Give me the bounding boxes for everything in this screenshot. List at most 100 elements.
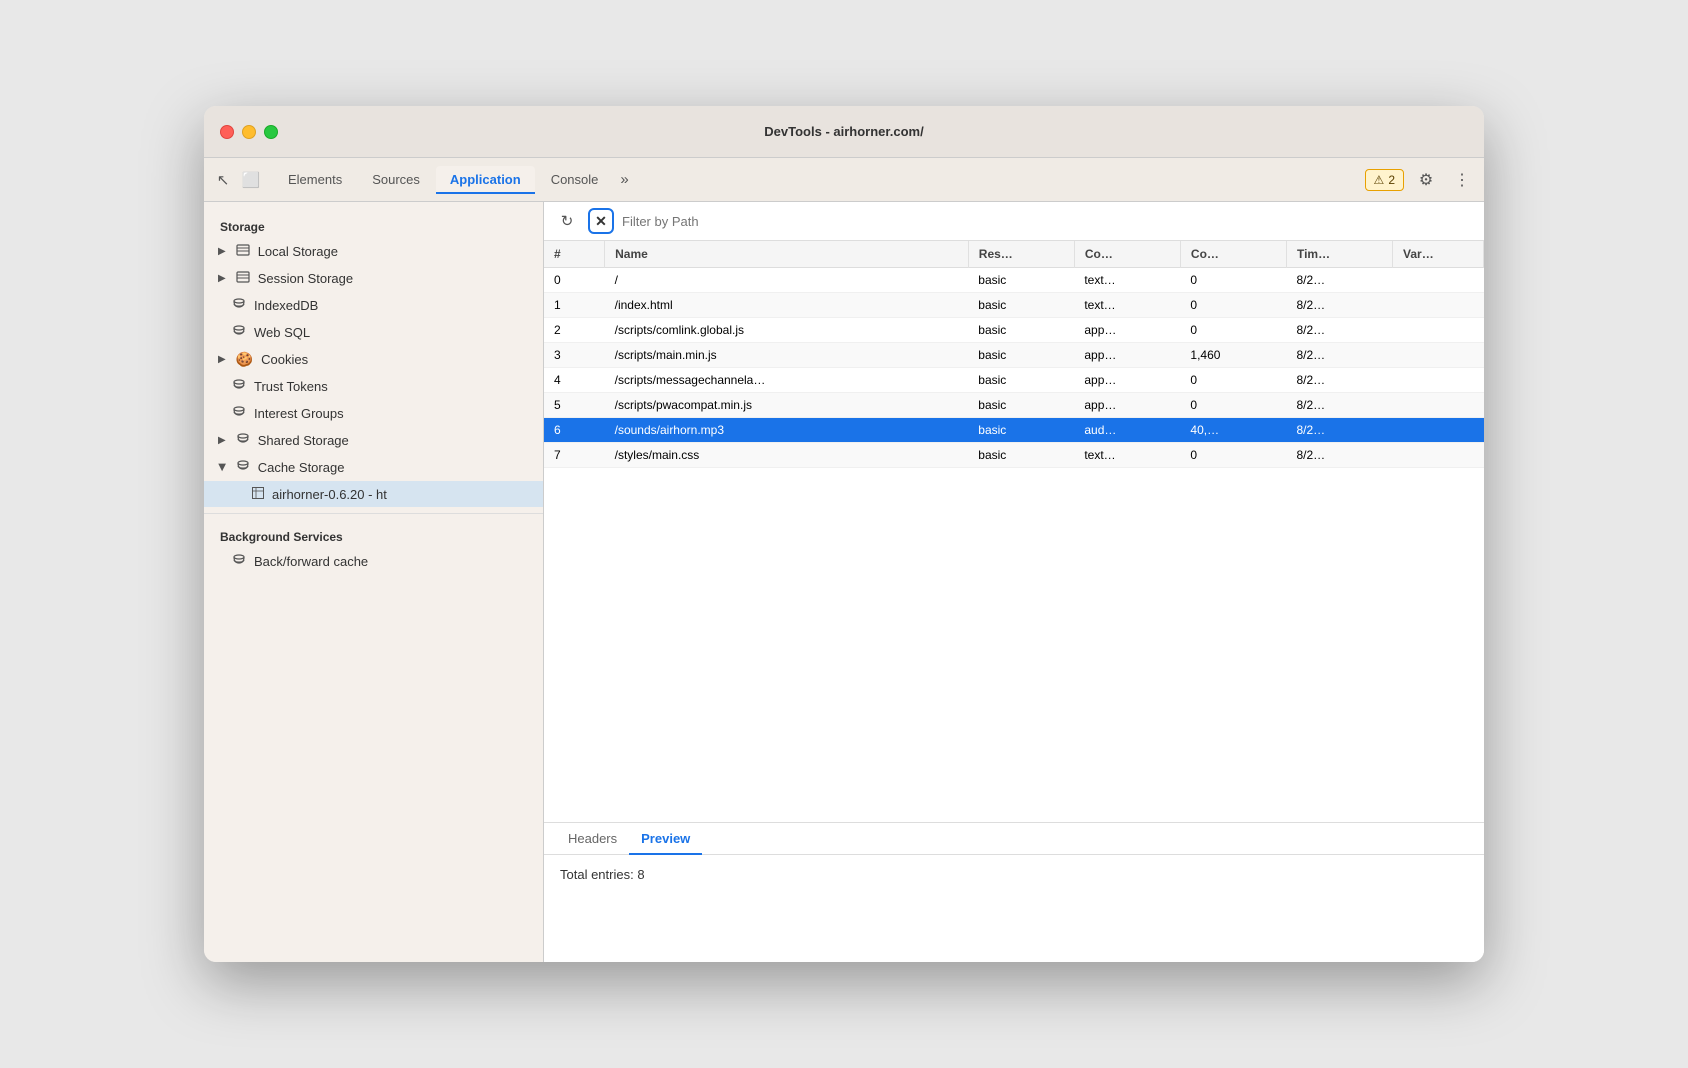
sidebar-item-web-sql[interactable]: Web SQL (204, 319, 543, 346)
clear-button[interactable]: ✕ (588, 208, 614, 234)
tab-preview[interactable]: Preview (629, 823, 702, 854)
warning-icon: ⚠ (1374, 173, 1385, 187)
sidebar-item-indexeddb[interactable]: IndexedDB (204, 292, 543, 319)
tab-console[interactable]: Console (537, 166, 613, 193)
warning-count: 2 (1388, 173, 1395, 187)
maximize-button[interactable] (264, 125, 278, 139)
table-cell-4: 0 (1180, 268, 1286, 293)
sidebar-item-back-forward-cache[interactable]: Back/forward cache (204, 548, 543, 575)
table-cell-6 (1393, 293, 1484, 318)
table-cell-1: /sounds/airhorn.mp3 (605, 418, 969, 443)
sidebar-item-interest-groups[interactable]: Interest Groups (204, 400, 543, 427)
table-cell-3: text… (1074, 443, 1180, 468)
table-body: 0/basictext…08/2…1/index.htmlbasictext…0… (544, 268, 1484, 468)
table-cell-3: app… (1074, 368, 1180, 393)
more-options-button[interactable]: ⋮ (1448, 166, 1476, 194)
sidebar-item-trust-tokens[interactable]: Trust Tokens (204, 373, 543, 400)
table-cell-1: /scripts/comlink.global.js (605, 318, 969, 343)
table-cell-6 (1393, 368, 1484, 393)
total-entries: Total entries: 8 (560, 867, 645, 882)
back-forward-cache-label: Back/forward cache (254, 554, 368, 569)
cache-table: # Name Res… Co… Co… Tim… Var… 0/basictex… (544, 241, 1484, 468)
tab-headers[interactable]: Headers (556, 823, 629, 854)
table-row[interactable]: 1/index.htmlbasictext…08/2… (544, 293, 1484, 318)
table-cell-3: text… (1074, 268, 1180, 293)
table-cell-3: app… (1074, 393, 1180, 418)
table-cell-5: 8/2… (1286, 393, 1392, 418)
session-storage-icon (236, 270, 250, 287)
table-cell-2: basic (968, 268, 1074, 293)
cookies-icon: 🍪 (236, 351, 253, 368)
sidebar-item-shared-storage[interactable]: ▶ Shared Storage (204, 427, 543, 454)
inspect-icon[interactable]: ⬜ (240, 169, 262, 191)
traffic-lights (220, 125, 278, 139)
sidebar-item-cache-entry[interactable]: airhorner-0.6.20 - ht (204, 481, 543, 507)
table-cell-1: /index.html (605, 293, 969, 318)
table-cell-5: 8/2… (1286, 293, 1392, 318)
tab-application[interactable]: Application (436, 166, 535, 193)
table-cell-4: 1,460 (1180, 343, 1286, 368)
table-row[interactable]: 0/basictext…08/2… (544, 268, 1484, 293)
more-tabs-button[interactable]: » (614, 167, 634, 192)
interest-groups-label: Interest Groups (254, 406, 344, 421)
table-cell-5: 8/2… (1286, 368, 1392, 393)
minimize-button[interactable] (242, 125, 256, 139)
sidebar-item-session-storage[interactable]: ▶ Session Storage (204, 265, 543, 292)
table-cell-1: / (605, 268, 969, 293)
warning-badge[interactable]: ⚠ 2 (1365, 169, 1404, 191)
table-cell-5: 8/2… (1286, 318, 1392, 343)
col-co2: Co… (1180, 241, 1286, 268)
table-row[interactable]: 7/styles/main.cssbasictext…08/2… (544, 443, 1484, 468)
close-button[interactable] (220, 125, 234, 139)
cursor-icon[interactable]: ↖ (212, 169, 234, 191)
table-cell-2: basic (968, 318, 1074, 343)
expand-arrow-icon: ▶ (218, 246, 226, 257)
table-cell-6 (1393, 318, 1484, 343)
tab-sources[interactable]: Sources (358, 166, 434, 193)
table-cell-5: 8/2… (1286, 443, 1392, 468)
filter-input[interactable] (622, 214, 1474, 229)
table-cell-1: /styles/main.css (605, 443, 969, 468)
table-row[interactable]: 3/scripts/main.min.jsbasicapp…1,4608/2… (544, 343, 1484, 368)
table-cell-0: 7 (544, 443, 605, 468)
col-tim: Tim… (1286, 241, 1392, 268)
table-row[interactable]: 5/scripts/pwacompat.min.jsbasicapp…08/2… (544, 393, 1484, 418)
trust-tokens-icon (232, 378, 246, 395)
web-sql-label: Web SQL (254, 325, 310, 340)
table-cell-4: 0 (1180, 443, 1286, 468)
table-row[interactable]: 6/sounds/airhorn.mp3basicaud…40,…8/2… (544, 418, 1484, 443)
table-cell-2: basic (968, 343, 1074, 368)
table-cell-6 (1393, 268, 1484, 293)
col-var: Var… (1393, 241, 1484, 268)
table-cell-3: text… (1074, 293, 1180, 318)
table-row[interactable]: 2/scripts/comlink.global.jsbasicapp…08/2… (544, 318, 1484, 343)
table-cell-3: aud… (1074, 418, 1180, 443)
table-cell-1: /scripts/messagechannela… (605, 368, 969, 393)
table-cell-4: 0 (1180, 318, 1286, 343)
table-cell-0: 4 (544, 368, 605, 393)
shared-storage-icon (236, 432, 250, 449)
tab-elements[interactable]: Elements (274, 166, 356, 193)
sidebar-item-cookies[interactable]: ▶ 🍪 Cookies (204, 346, 543, 373)
table-cell-0: 2 (544, 318, 605, 343)
settings-button[interactable]: ⚙ (1412, 166, 1440, 194)
tabbar: ↖ ⬜ Elements Sources Application Console… (204, 158, 1484, 202)
table-row[interactable]: 4/scripts/messagechannela…basicapp…08/2… (544, 368, 1484, 393)
sidebar-item-local-storage[interactable]: ▶ Local Storage (204, 238, 543, 265)
background-services-label: Background Services (204, 520, 543, 548)
cache-storage-label: Cache Storage (258, 460, 345, 475)
table-cell-2: basic (968, 393, 1074, 418)
cache-entry-icon (252, 486, 264, 502)
local-storage-icon (236, 243, 250, 260)
shared-storage-label: Shared Storage (258, 433, 349, 448)
table-cell-4: 0 (1180, 368, 1286, 393)
indexeddb-icon (232, 297, 246, 314)
content-toolbar: ↻ ✕ (544, 202, 1484, 241)
web-sql-icon (232, 324, 246, 341)
interest-groups-icon (232, 405, 246, 422)
sidebar-item-cache-storage[interactable]: ▶ Cache Storage (204, 454, 543, 481)
refresh-button[interactable]: ↻ (554, 208, 580, 234)
tabbar-right: ⚠ 2 ⚙ ⋮ (1365, 166, 1476, 194)
table-cell-5: 8/2… (1286, 343, 1392, 368)
table-cell-0: 1 (544, 293, 605, 318)
